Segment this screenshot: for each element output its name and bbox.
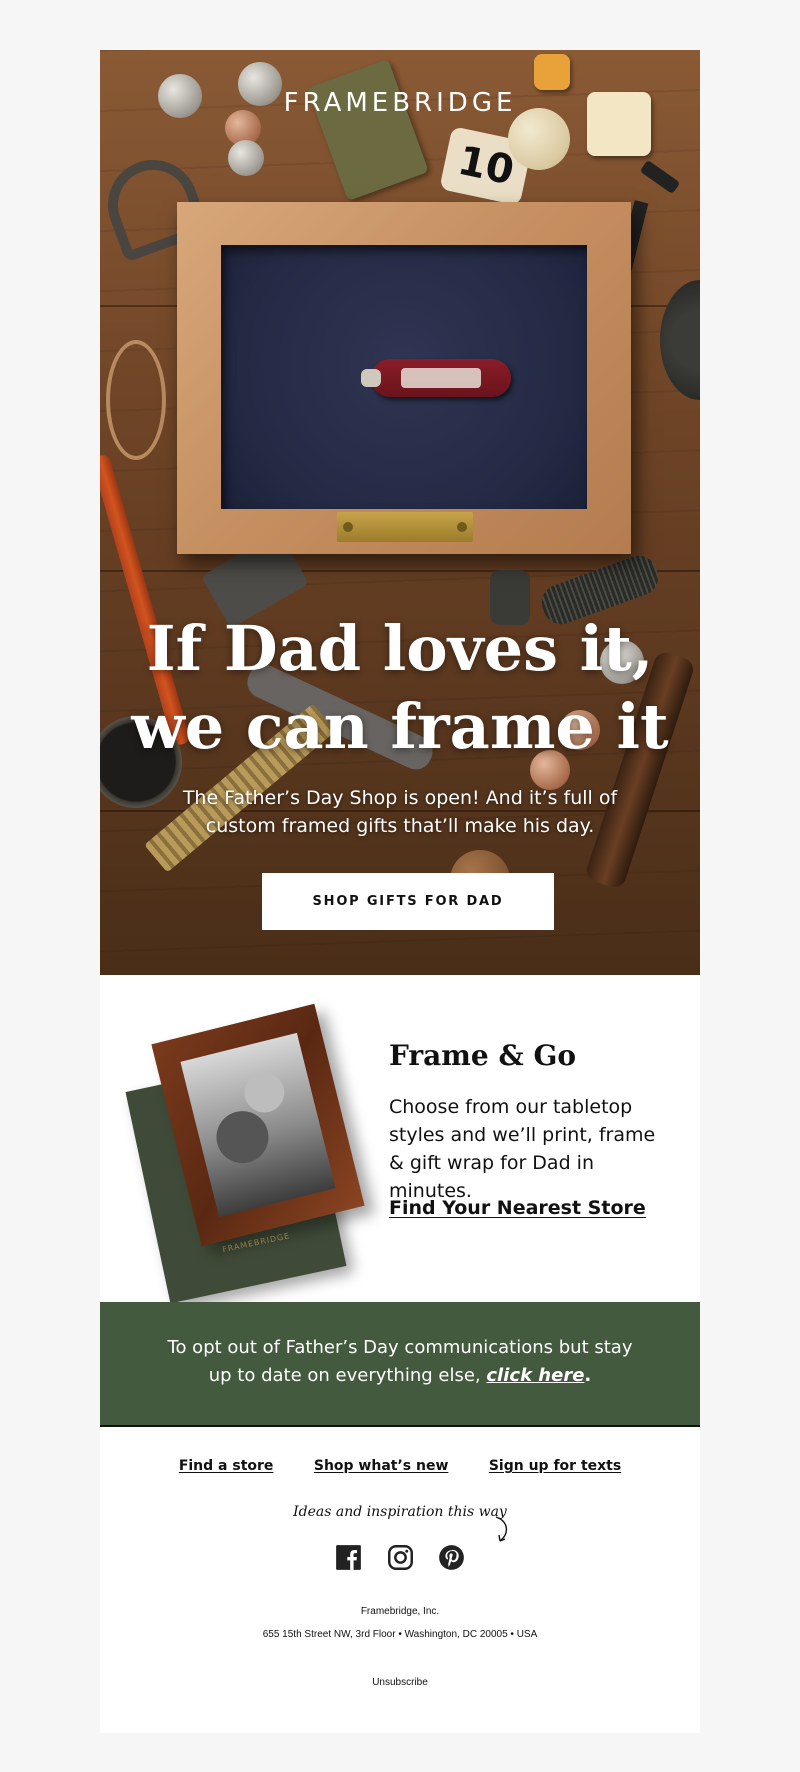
screw-icon bbox=[457, 522, 467, 532]
frame-and-go-title: Frame & Go bbox=[389, 1039, 577, 1072]
frame-and-go-body: Choose from our tabletop styles and we’l… bbox=[389, 1096, 656, 1202]
father-son-photo bbox=[180, 1032, 336, 1218]
rubber-band-image bbox=[106, 340, 166, 460]
opt-out-period: . bbox=[584, 1365, 592, 1386]
die-image bbox=[534, 54, 570, 90]
footer-link-find-store[interactable]: Find a store bbox=[179, 1458, 274, 1474]
pocket-knife-image bbox=[361, 359, 511, 397]
company-name: Framebridge, Inc. bbox=[360, 1606, 440, 1617]
photo-face bbox=[210, 1105, 274, 1169]
shop-gifts-button[interactable]: SHOP GIFTS FOR DAD bbox=[262, 873, 554, 930]
curved-arrow-icon bbox=[495, 1516, 507, 1542]
footer: Find a store Shop what’s new Sign up for… bbox=[100, 1427, 700, 1733]
hero-subtext: The Father’s Day Shop is open! And it’s … bbox=[182, 787, 618, 837]
cork-frame-image bbox=[177, 202, 631, 554]
company-address: 655 15th Street NW, 3rd Floor • Washingt… bbox=[262, 1629, 538, 1640]
knife-blade bbox=[361, 369, 381, 387]
footer-link-whats-new[interactable]: Shop what’s new bbox=[314, 1458, 449, 1474]
facebook-icon[interactable] bbox=[335, 1544, 362, 1571]
email-container: 10 FRAMEBRIDGE If Dad loves it, we can f… bbox=[100, 50, 700, 1733]
pinterest-icon[interactable] bbox=[438, 1544, 465, 1571]
opt-out-text: To opt out of Father’s Day communication… bbox=[160, 1334, 640, 1390]
knife-logo bbox=[401, 368, 481, 388]
tool-image bbox=[660, 280, 700, 400]
social-icons bbox=[100, 1544, 700, 1571]
navy-mat bbox=[221, 245, 587, 509]
coin-image bbox=[228, 140, 264, 176]
ideas-caption: Ideas and inspiration this way bbox=[293, 1504, 507, 1520]
frame-and-go-section: FRAMEBRIDGE Frame & Go Choose from our t… bbox=[100, 975, 700, 1304]
photo-face bbox=[240, 1068, 289, 1117]
unsubscribe-link[interactable]: Unsubscribe bbox=[100, 1677, 700, 1688]
hero-banner: 10 FRAMEBRIDGE If Dad loves it, we can f… bbox=[100, 50, 700, 975]
brass-plate bbox=[337, 512, 473, 542]
screw-icon bbox=[343, 522, 353, 532]
hero-headline-line2: we can frame it bbox=[131, 690, 669, 763]
opt-out-banner: To opt out of Father’s Day communication… bbox=[100, 1302, 700, 1427]
find-store-link[interactable]: Find Your Nearest Store bbox=[389, 1197, 646, 1219]
footer-link-texts[interactable]: Sign up for texts bbox=[489, 1458, 621, 1474]
tool-image bbox=[639, 159, 681, 195]
hero-headline-line1: If Dad loves it, bbox=[146, 612, 654, 685]
brand-logo[interactable]: FRAMEBRIDGE bbox=[100, 88, 700, 118]
footer-links: Find a store Shop what’s new Sign up for… bbox=[100, 1457, 700, 1475]
opt-out-link[interactable]: click here bbox=[486, 1365, 584, 1386]
pouch-image bbox=[307, 58, 429, 202]
instagram-icon[interactable] bbox=[387, 1544, 414, 1571]
